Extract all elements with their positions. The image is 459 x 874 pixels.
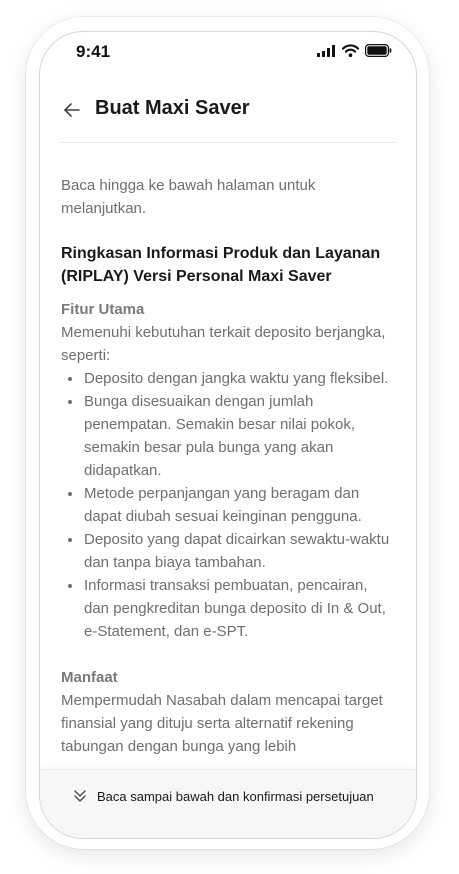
back-button[interactable] xyxy=(60,98,84,122)
page-title: Buat Maxi Saver xyxy=(95,97,250,119)
feature-list: Deposito dengan jangka waktu yang fleksi… xyxy=(61,367,391,643)
battery-icon xyxy=(365,44,392,57)
fitur-title: Fitur Utama xyxy=(61,301,145,318)
arrow-left-icon xyxy=(64,103,80,117)
feature-item: Deposito dengan jangka waktu yang fleksi… xyxy=(83,367,391,390)
signal-icon xyxy=(317,44,335,57)
wifi-icon xyxy=(342,44,359,57)
intro-text: Baca hingga ke bawah halaman untuk melan… xyxy=(61,177,316,217)
section-title: Ringkasan Informasi Produk dan Layanan (… xyxy=(61,245,381,285)
bottom-action-bar: Baca sampai bawah dan konfirmasi persetu… xyxy=(40,769,416,838)
scroll-to-bottom-button[interactable]: Baca sampai bawah dan konfirmasi persetu… xyxy=(72,788,374,804)
scroll-to-bottom-label: Baca sampai bawah dan konfirmasi persetu… xyxy=(97,788,374,804)
header-divider xyxy=(61,142,396,143)
page-header: Buat Maxi Saver xyxy=(40,88,416,142)
status-bar: 9:41 xyxy=(40,32,416,72)
manfaat-title: Manfaat xyxy=(61,669,118,686)
phone-screen: 9:41 Buat Maxi Saver Baca hingga ke bawa… xyxy=(39,31,417,839)
feature-item: Informasi transaksi pembuatan, pencairan… xyxy=(83,574,391,643)
status-time: 9:41 xyxy=(76,42,111,61)
manfaat-description: Mempermudah Nasabah dalam mencapai targe… xyxy=(61,692,383,755)
feature-item: Metode perpanjangan yang beragam dan dap… xyxy=(83,482,391,528)
double-chevron-down-icon xyxy=(74,790,86,802)
feature-item: Bunga disesuaikan dengan jumlah penempat… xyxy=(83,390,391,482)
status-icons xyxy=(317,44,392,57)
content-scroll-area[interactable]: Baca hingga ke bawah halaman untuk melan… xyxy=(61,174,391,758)
fitur-description: Memenuhi kebutuhan terkait deposito berj… xyxy=(61,324,386,364)
feature-item: Deposito yang dapat dicairkan sewaktu-wa… xyxy=(83,528,391,574)
